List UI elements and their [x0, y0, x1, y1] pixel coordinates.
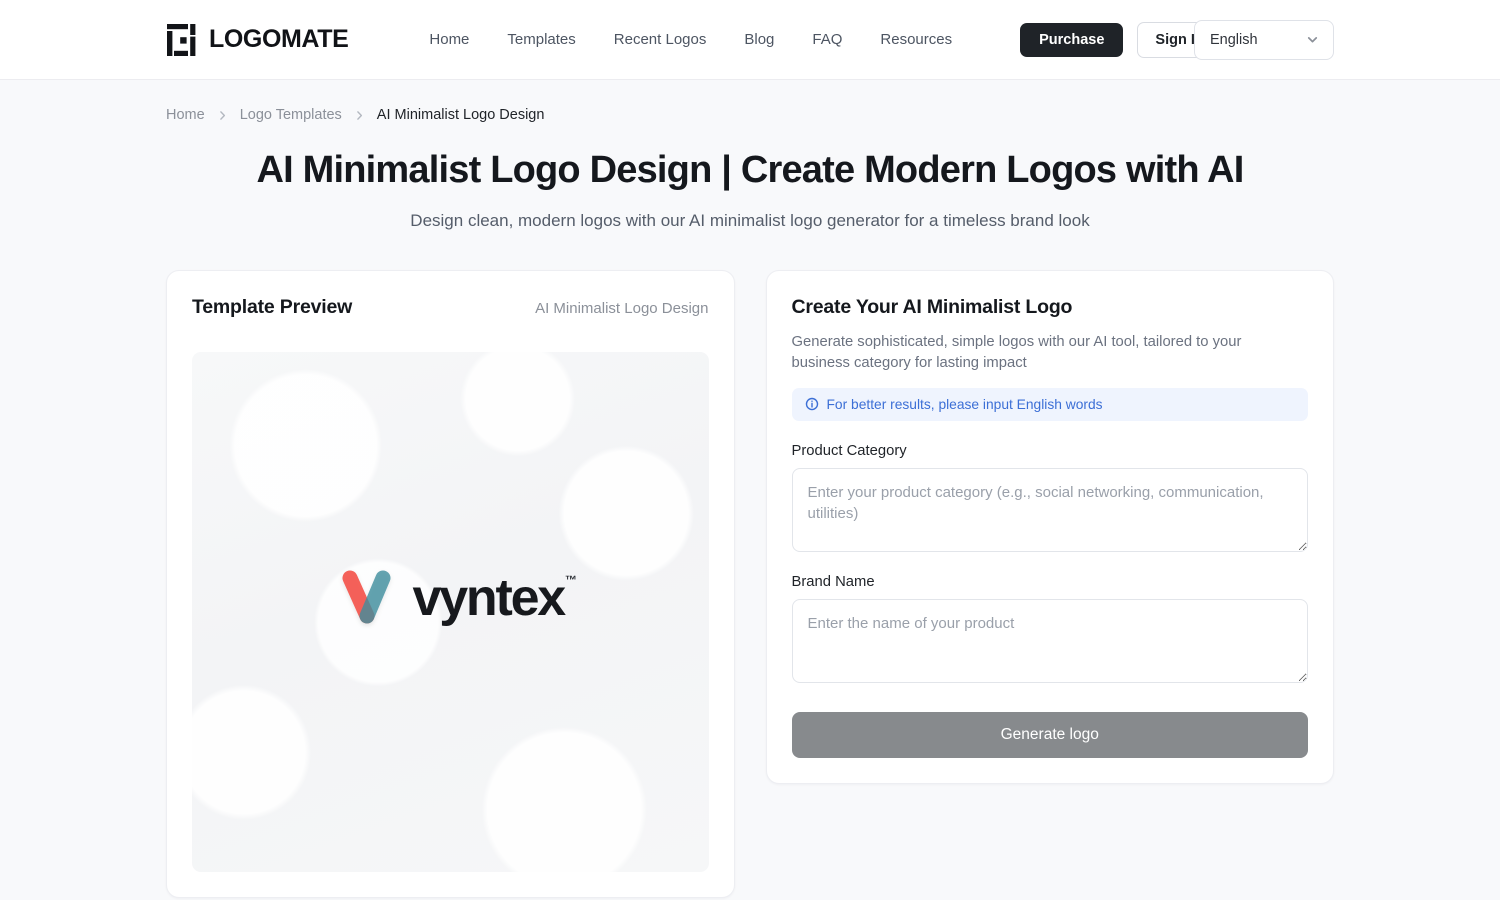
- english-input-notice-text: For better results, please input English…: [826, 396, 1103, 412]
- site-header: LOGOMATE Home Templates Recent Logos Blo…: [0, 0, 1500, 80]
- page-content: Home Logo Templates AI Minimalist Logo D…: [0, 80, 1500, 898]
- english-input-notice: For better results, please input English…: [791, 387, 1308, 421]
- template-preview-card: Template Preview AI Minimalist Logo Desi…: [166, 269, 735, 898]
- main-navigation: Home Templates Recent Logos Blog FAQ Res…: [429, 31, 952, 48]
- chevron-right-icon: [356, 110, 362, 120]
- chevron-down-icon: [1307, 37, 1318, 43]
- vyntex-wordmark-text: vyntex: [412, 568, 566, 627]
- page-subtitle: Design clean, modern logos with our AI m…: [410, 210, 1090, 230]
- content-grid: Template Preview AI Minimalist Logo Desi…: [166, 269, 1334, 898]
- vyntex-v-mark-icon: [342, 570, 391, 624]
- template-preview-header: Template Preview AI Minimalist Logo Desi…: [192, 296, 709, 319]
- trademark-symbol: ™: [565, 572, 578, 587]
- template-preview-tag: AI Minimalist Logo Design: [535, 299, 709, 317]
- breadcrumb: Home Logo Templates AI Minimalist Logo D…: [166, 80, 1334, 123]
- breadcrumb-item-current: AI Minimalist Logo Design: [376, 107, 545, 123]
- purchase-button[interactable]: Purchase: [1020, 22, 1124, 57]
- page-title: AI Minimalist Logo Design | Create Moder…: [256, 149, 1244, 191]
- header-actions: Purchase Sign In: [1020, 21, 1222, 58]
- logomate-square-bracket-icon: [167, 23, 196, 56]
- form-title: Create Your AI Minimalist Logo: [791, 295, 1073, 318]
- nav-item-recent-logos[interactable]: Recent Logos: [614, 31, 707, 48]
- template-preview-image[interactable]: vyntex ™: [192, 351, 709, 872]
- nav-item-faq[interactable]: FAQ: [812, 31, 842, 48]
- info-circle-icon: [805, 398, 818, 411]
- nav-item-blog[interactable]: Blog: [744, 31, 774, 48]
- brand-name-label: Brand Name: [791, 573, 875, 590]
- vyntex-wordmark: vyntex ™: [412, 568, 577, 627]
- template-preview-title: Template Preview: [192, 295, 353, 318]
- product-category-input[interactable]: [791, 467, 1308, 552]
- nav-item-templates[interactable]: Templates: [507, 31, 575, 48]
- brand-logo-link[interactable]: LOGOMATE: [166, 23, 349, 57]
- chevron-right-icon: [219, 110, 225, 120]
- vyntex-logo-lockup: vyntex ™: [336, 567, 577, 629]
- brand-name: LOGOMATE: [209, 25, 349, 53]
- brand-name-input[interactable]: [791, 598, 1308, 683]
- product-category-label: Product Category: [791, 442, 907, 459]
- language-selector-value: English: [1210, 31, 1258, 48]
- product-category-field: Product Category: [791, 442, 1308, 552]
- nav-item-home[interactable]: Home: [429, 31, 469, 48]
- form-description: Generate sophisticated, simple logos wit…: [791, 333, 1242, 371]
- logo-generator-card: Create Your AI Minimalist Logo Generate …: [765, 269, 1334, 784]
- brand-name-field: Brand Name: [791, 573, 1308, 683]
- language-selector[interactable]: English: [1194, 19, 1334, 60]
- breadcrumb-item-logo-templates[interactable]: Logo Templates: [240, 107, 342, 123]
- nav-item-resources[interactable]: Resources: [880, 31, 952, 48]
- breadcrumb-item-home[interactable]: Home: [166, 107, 205, 123]
- generate-logo-button[interactable]: Generate logo: [791, 711, 1308, 758]
